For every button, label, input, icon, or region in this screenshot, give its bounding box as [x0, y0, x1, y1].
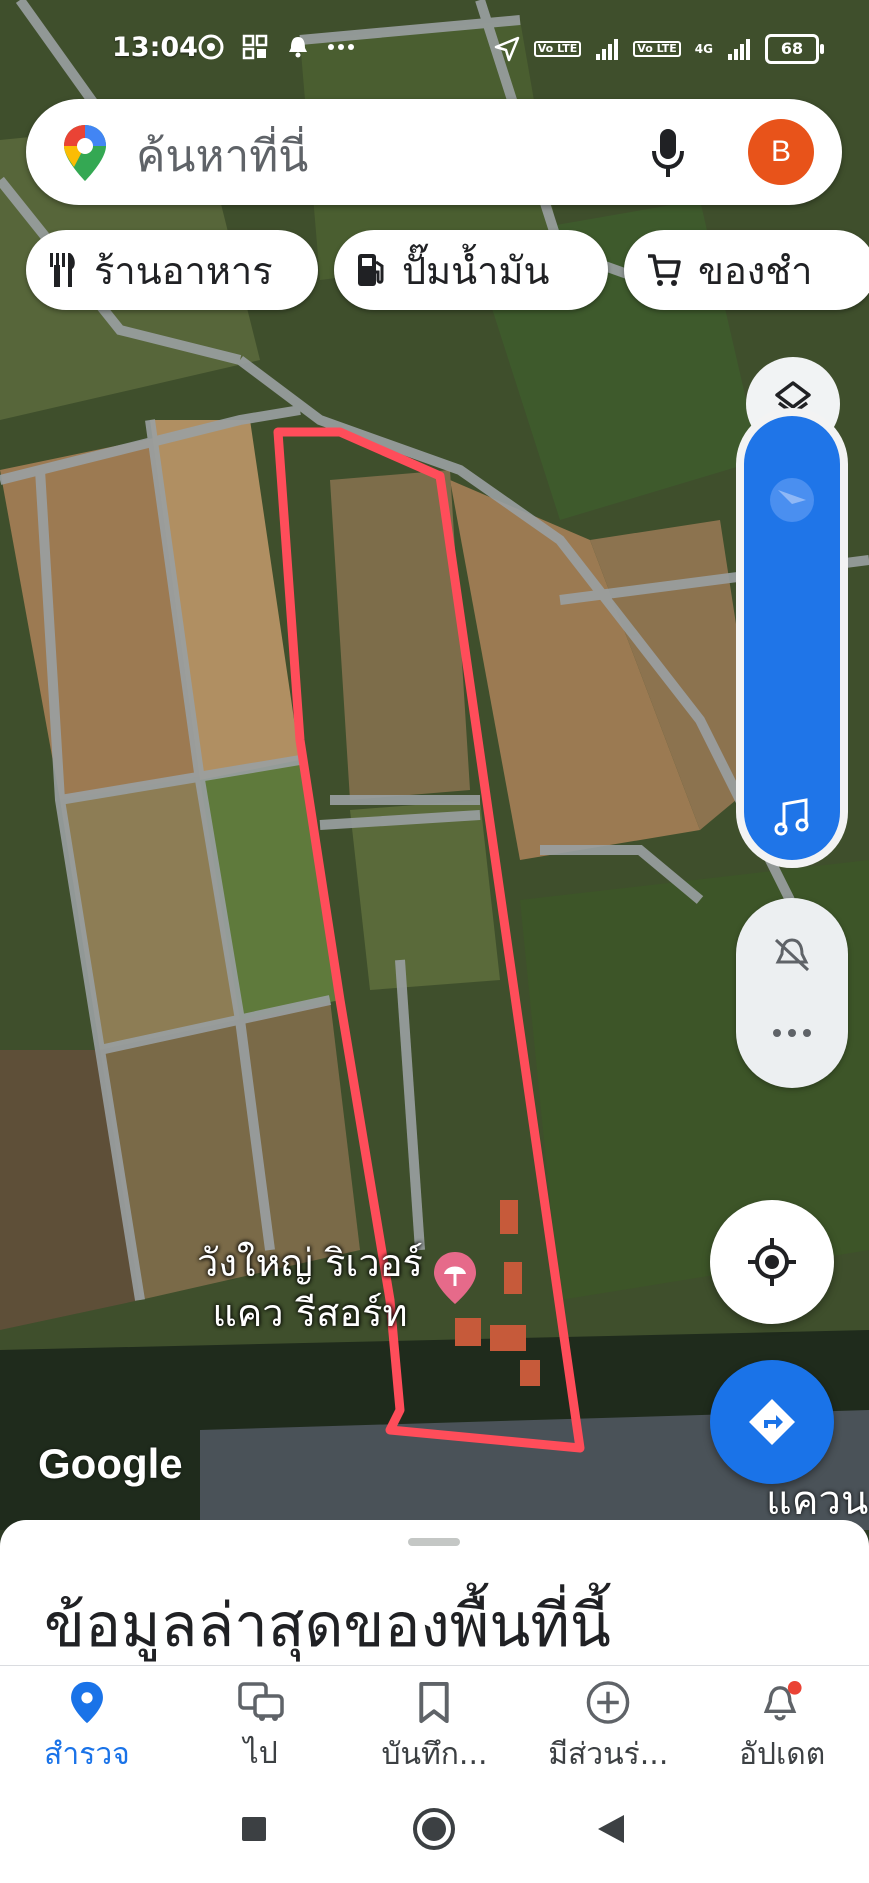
place-label-line2: แคว รีสอร์ท: [212, 1291, 408, 1335]
google-maps-pin-icon: [64, 125, 106, 181]
network-type: 4G: [694, 42, 713, 56]
floating-side-panel[interactable]: [736, 408, 848, 868]
account-avatar[interactable]: B: [748, 119, 814, 185]
cart-icon: [648, 254, 681, 286]
status-bar: 13:04 Vo LTE Vo LTE 4G 68: [0, 0, 869, 100]
nav-label-contribute: มีส่วนร่...: [548, 1737, 669, 1772]
location-arrow-icon: [494, 36, 520, 62]
nav-label-updates: อัปเดต: [738, 1737, 826, 1772]
more-options-icon[interactable]: [772, 1028, 812, 1038]
status-right: Vo LTE Vo LTE 4G 68: [494, 34, 824, 64]
floating-grey-panel[interactable]: [736, 898, 848, 1088]
more-dots-icon: [328, 44, 354, 50]
satellite-map[interactable]: 13:04 Vo LTE Vo LTE 4G 68 ค้นหาที่นี่ B …: [0, 0, 869, 1530]
sheet-drag-handle[interactable]: [408, 1538, 460, 1546]
status-time: 13:04: [112, 32, 198, 63]
signal-icon-1: [596, 39, 619, 60]
my-location-button[interactable]: [710, 1200, 834, 1324]
sheet-title: ข้อมูลล่าสุดของพื้นที่นี้: [44, 1591, 611, 1661]
battery-indicator: 68: [765, 34, 824, 64]
place-label-line1: วังใหญ่ ริเวอร์: [197, 1241, 423, 1285]
notification-bell-icon: [289, 37, 307, 58]
gas-station-icon: [358, 254, 384, 286]
category-chips: ร้านอาหาร ปั๊มน้ำมัน ของชำ: [26, 230, 869, 310]
commute-icon: [237, 1682, 284, 1721]
resort-pin-icon[interactable]: [432, 1250, 478, 1306]
restaurant-icon: [50, 253, 75, 287]
explore-pin-icon: [70, 1681, 103, 1724]
home-icon[interactable]: [412, 1807, 456, 1851]
directions-button[interactable]: [710, 1360, 834, 1484]
nav-saved[interactable]: บันทึก...: [348, 1666, 522, 1778]
notification-icons: [198, 34, 354, 60]
bell-icon: [763, 1680, 802, 1721]
lte-badge-1: Vo LTE: [533, 41, 582, 57]
bottom-navigation: สำรวจ ไป บันทึก... มีส่วนร่... อัปเดต: [0, 1665, 869, 1778]
signal-icon-2: [728, 39, 750, 60]
lte-badge-2: Vo LTE: [633, 41, 681, 57]
nav-explore[interactable]: สำรวจ: [0, 1666, 174, 1778]
chip-gas-stations[interactable]: ปั๊มน้ำมัน: [334, 230, 608, 310]
place-label[interactable]: วังใหญ่ ริเวอร์ แคว รีสอร์ท: [160, 1238, 460, 1338]
recent-apps-icon[interactable]: [240, 1815, 268, 1843]
nav-label-saved: บันทึก...: [381, 1737, 488, 1772]
chip-label-restaurants: ร้านอาหาร: [94, 248, 273, 293]
chip-label-groceries: ของชำ: [698, 248, 813, 293]
grid-icon: [242, 34, 268, 60]
google-logo: Google: [38, 1440, 183, 1487]
mute-bell-icon[interactable]: [772, 934, 812, 974]
my-location-icon: [748, 1238, 796, 1286]
chip-restaurants[interactable]: ร้านอาหาร: [26, 230, 318, 310]
nav-label-explore: สำรวจ: [44, 1737, 130, 1772]
system-navigation-bar: [0, 1777, 869, 1883]
chip-groceries[interactable]: ของชำ: [624, 230, 869, 310]
nav-contribute[interactable]: มีส่วนร่...: [521, 1666, 695, 1778]
chrome-icon: [198, 34, 224, 60]
nav-label-go: ไป: [243, 1736, 278, 1771]
directions-icon: [749, 1399, 795, 1445]
contribute-plus-icon: [587, 1681, 630, 1724]
back-icon[interactable]: [596, 1813, 626, 1845]
bottom-sheet[interactable]: ข้อมูลล่าสุดของพื้นที่นี้: [0, 1520, 869, 1665]
nav-go[interactable]: ไป: [174, 1666, 348, 1778]
compass-icon[interactable]: [768, 476, 816, 524]
search-bar[interactable]: ค้นหาที่นี่ B: [26, 99, 842, 205]
chip-label-gas-stations: ปั๊มน้ำมัน: [402, 248, 550, 293]
nav-updates[interactable]: อัปเดต: [695, 1666, 869, 1778]
search-input[interactable]: ค้นหาที่นี่: [136, 121, 308, 191]
music-note-icon[interactable]: [774, 798, 810, 838]
bookmark-icon: [419, 1681, 450, 1724]
microphone-icon[interactable]: [650, 127, 686, 179]
